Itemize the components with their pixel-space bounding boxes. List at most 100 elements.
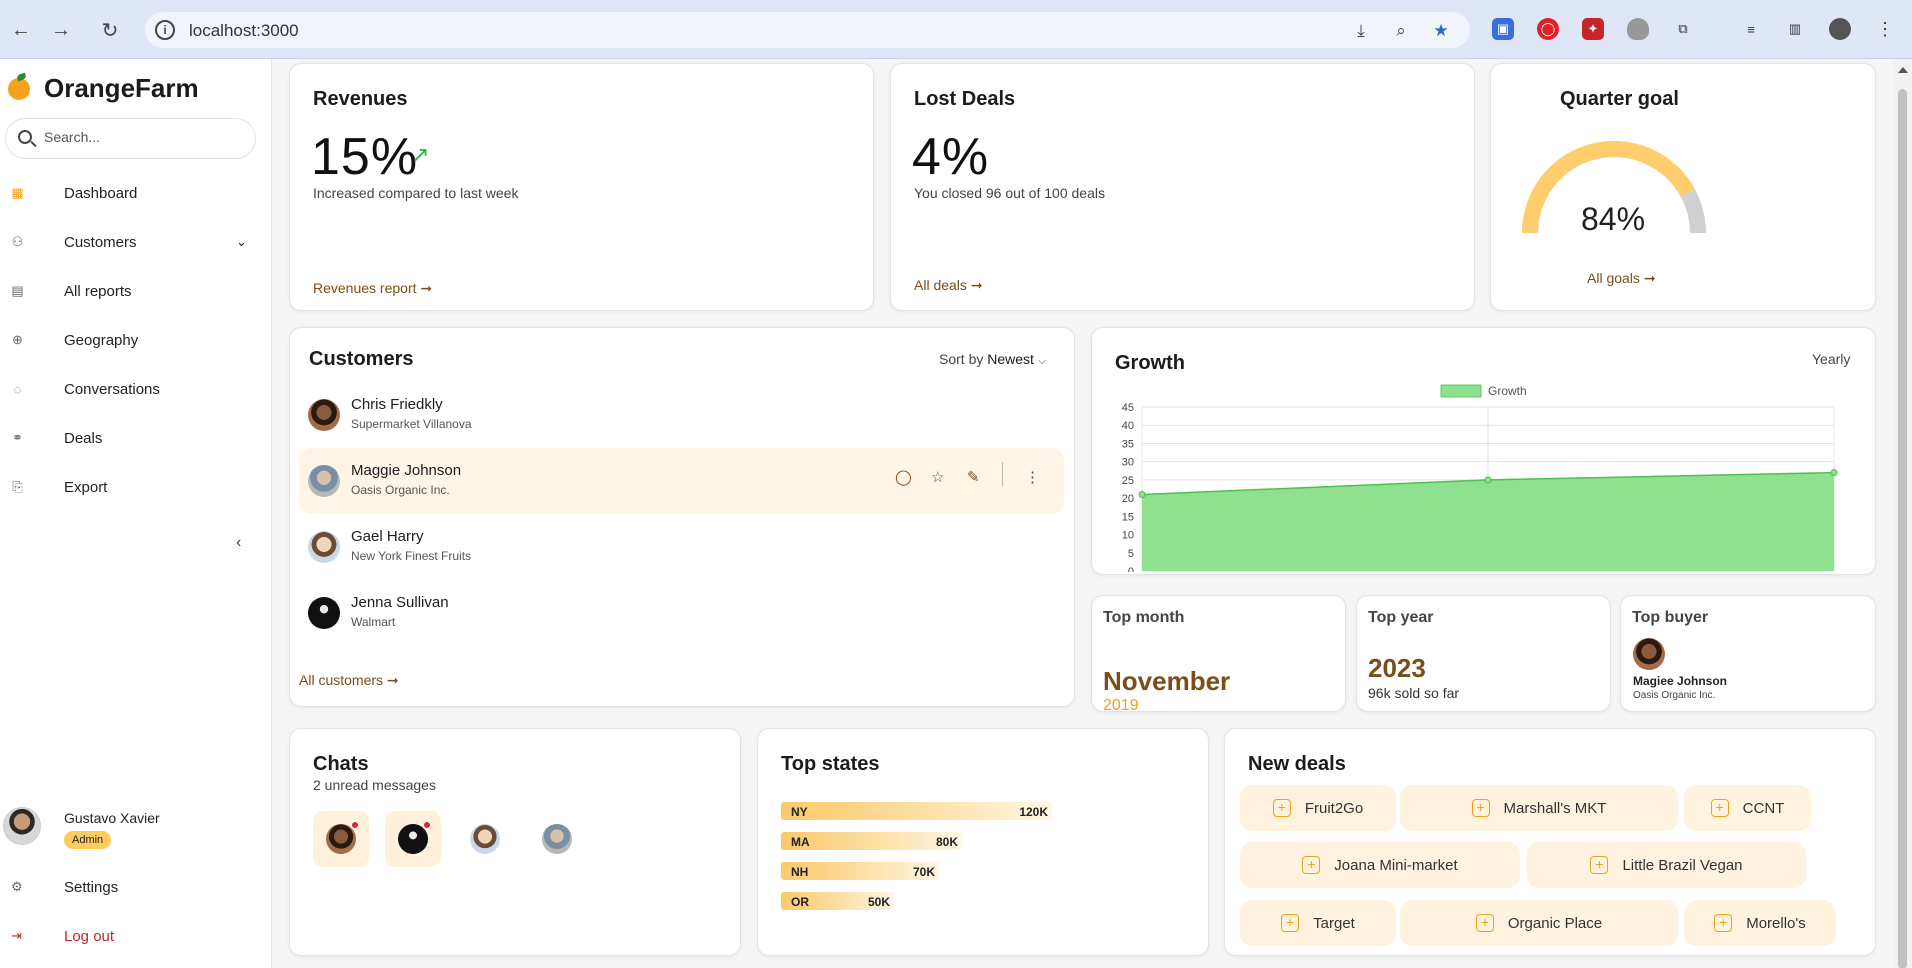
chevron-down-icon: ⌵: [1037, 355, 1047, 367]
deal-chip[interactable]: + Target: [1240, 900, 1396, 946]
top-buyer-name: Magiee Johnson: [1633, 674, 1728, 688]
deal-chip[interactable]: + Morello's: [1684, 900, 1836, 946]
adblock-extension-icon[interactable]: ◯: [1537, 18, 1559, 40]
customer-name: Chris Friedkly: [351, 396, 443, 413]
deal-label: Organic Place: [1507, 914, 1603, 932]
deal-chip[interactable]: + Little Brazil Vegan: [1527, 842, 1806, 888]
forward-icon[interactable]: →: [48, 17, 74, 43]
logout-icon: ⇥: [11, 928, 22, 943]
sidebar-item-all-reports[interactable]: ▤ All reports: [0, 271, 271, 311]
deal-chip[interactable]: + Organic Place: [1400, 900, 1678, 946]
chat-avatar-unread[interactable]: [313, 811, 369, 867]
y-tick-label: 35: [1122, 438, 1134, 450]
top-buyer-company: Oasis Organic Inc.: [1633, 690, 1716, 701]
profile-avatar-icon[interactable]: [1829, 18, 1851, 40]
legend-swatch: [1440, 384, 1482, 398]
state-code: NH: [791, 865, 809, 879]
page-scrollbar[interactable]: [1893, 59, 1912, 968]
back-icon[interactable]: ←: [8, 17, 34, 43]
chat-avatar-unread[interactable]: [385, 811, 441, 867]
divider: [1002, 462, 1003, 486]
top-year-title: Top year: [1368, 609, 1434, 626]
sidebar-item-dashboard[interactable]: ▦ Dashboard: [0, 173, 271, 213]
search-input[interactable]: [44, 129, 244, 145]
top-states-title: Top states: [781, 753, 880, 775]
url-text[interactable]: localhost:3000: [189, 21, 299, 41]
scrollbar-thumb[interactable]: [1898, 89, 1907, 968]
sidebar-item-geography[interactable]: ⊕ Geography: [0, 320, 271, 360]
avatar: [308, 465, 340, 497]
sidebar-item-label: Conversations: [64, 380, 160, 398]
y-tick-label: 25: [1122, 475, 1134, 487]
scroll-up-arrow-icon[interactable]: [1898, 67, 1908, 73]
state-code: OR: [791, 895, 809, 909]
period-selector[interactable]: Yearly: [1812, 351, 1850, 367]
extension-icon[interactable]: ▣: [1492, 18, 1514, 40]
sidebar-item-export[interactable]: ⎘ Export: [0, 467, 271, 507]
search-box[interactable]: [5, 118, 256, 159]
user-profile[interactable]: Gustavo Xavier Admin: [0, 807, 271, 867]
all-customers-link[interactable]: All customers ➞: [299, 672, 399, 689]
orange-logo-icon: [8, 77, 30, 100]
logout-label: Log out: [64, 927, 115, 945]
lost-deals-title: Lost Deals: [914, 88, 1016, 110]
customer-row[interactable]: Gael Harry New York Finest Fruits: [299, 514, 1064, 580]
deal-label: Morello's: [1746, 914, 1806, 932]
edit-pencil-icon[interactable]: ✎: [967, 468, 980, 486]
brand[interactable]: OrangeFarm: [8, 73, 199, 104]
customer-row[interactable]: Chris Friedkly Supermarket Villanova: [299, 382, 1064, 448]
message-icon[interactable]: ◯: [895, 468, 912, 486]
plus-icon: +: [1281, 914, 1300, 932]
chat-icon: ◌: [13, 381, 22, 397]
sidebar-item-label: Dashboard: [64, 184, 138, 202]
collapse-sidebar-icon[interactable]: ‹: [236, 534, 241, 552]
bookmark-star-icon[interactable]: ★: [1430, 20, 1452, 42]
zoom-icon[interactable]: ⌕: [1390, 20, 1412, 42]
link-label: Revenues report: [313, 280, 417, 296]
plus-icon: +: [1471, 799, 1490, 817]
y-tick-label: 30: [1122, 457, 1134, 469]
sidebar-item-conversations[interactable]: ◌ Conversations: [0, 369, 271, 409]
link-label: All deals: [914, 277, 967, 293]
more-options-icon[interactable]: ⋮: [1025, 468, 1040, 486]
dashboard-icon: ▦: [11, 185, 24, 200]
state-value: 50K: [867, 895, 890, 909]
sidebar-item-customers[interactable]: ⚇ Customers ⌄: [0, 222, 271, 262]
customer-row[interactable]: Maggie Johnson Oasis Organic Inc. ◯ ☆ ✎ …: [299, 448, 1064, 514]
all-deals-link[interactable]: All deals ➞: [914, 277, 983, 294]
logout-item[interactable]: ⇥ Log out: [0, 916, 271, 956]
chevron-down-icon[interactable]: ⌄: [236, 234, 247, 250]
y-tick-label: 15: [1122, 511, 1134, 523]
game-extension-icon[interactable]: ✦: [1582, 18, 1604, 40]
sidebar-item-deals[interactable]: ⚭ Deals: [0, 418, 271, 458]
star-icon[interactable]: ☆: [931, 468, 944, 486]
browser-menu-icon[interactable]: ⋮: [1874, 18, 1896, 40]
reload-icon[interactable]: ↻: [97, 17, 123, 43]
deal-label: Marshall's MKT: [1503, 799, 1607, 817]
revenues-value: 15%: [311, 128, 419, 186]
shield-extension-icon[interactable]: [1627, 18, 1649, 40]
sort-dropdown[interactable]: Sort by Newest ⌵: [939, 351, 1046, 368]
deal-chip[interactable]: + Marshall's MKT: [1400, 785, 1678, 831]
state-bar: MA 80K: [781, 832, 962, 850]
address-bar[interactable]: i localhost:3000 ⤓ ⌕ ★: [145, 12, 1470, 48]
customer-row[interactable]: Jenna Sullivan Walmart: [299, 580, 1064, 646]
chat-avatar[interactable]: [457, 811, 513, 867]
site-info-icon[interactable]: i: [155, 20, 175, 40]
chat-avatar[interactable]: [529, 811, 585, 867]
side-panel-icon[interactable]: ▥: [1784, 18, 1806, 40]
settings-item[interactable]: ⚙ Settings: [0, 867, 271, 907]
sidebar-item-label: Customers: [64, 233, 137, 251]
extensions-puzzle-icon[interactable]: ⧉: [1672, 18, 1694, 40]
media-controls-icon[interactable]: ≡: [1740, 18, 1762, 40]
search-icon: [18, 130, 32, 144]
revenues-title: Revenues: [313, 88, 408, 110]
deal-chip[interactable]: + Fruit2Go: [1240, 785, 1396, 831]
all-goals-link[interactable]: All goals ➞: [1587, 270, 1656, 287]
deal-chip[interactable]: + Joana Mini-market: [1240, 842, 1520, 888]
sidebar-item-label: Export: [64, 478, 108, 496]
install-app-icon[interactable]: ⤓: [1350, 20, 1372, 42]
deal-chip[interactable]: + CCNT: [1684, 785, 1811, 831]
revenues-report-link[interactable]: Revenues report ➞: [313, 280, 432, 297]
y-tick-label: 0: [1128, 566, 1134, 572]
